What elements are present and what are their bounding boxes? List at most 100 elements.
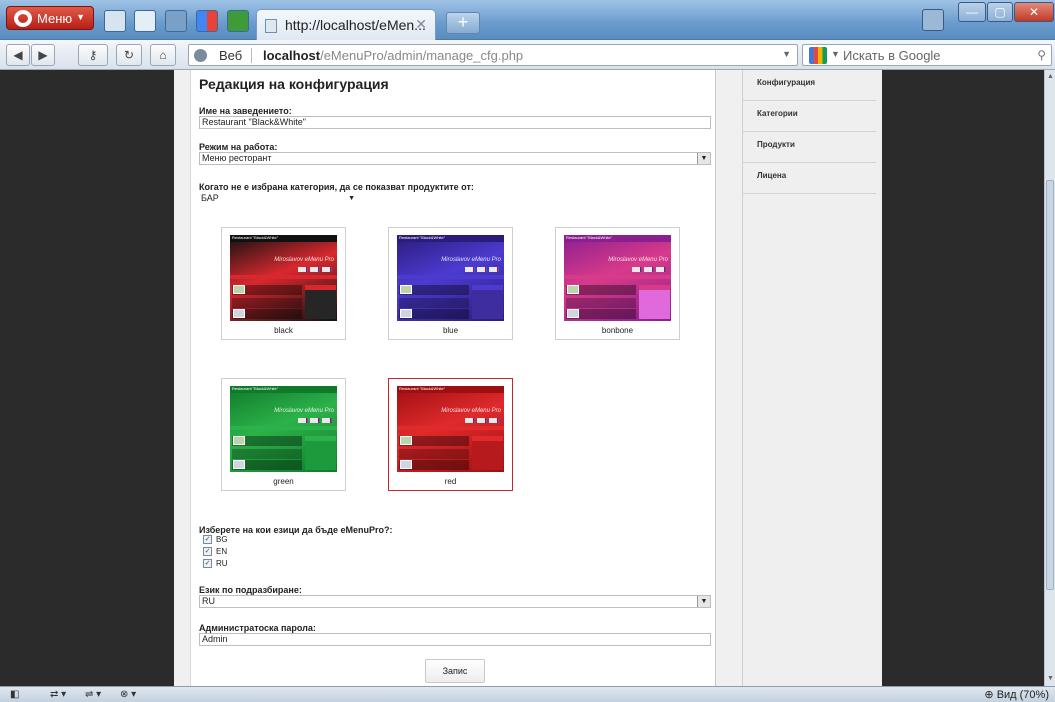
theme-preview-row bbox=[399, 449, 469, 459]
opera-menu-button[interactable]: Меню ▼ bbox=[6, 6, 94, 30]
theme-preview-bar bbox=[230, 275, 337, 279]
password-field[interactable]: Admin bbox=[199, 633, 711, 646]
mode-select[interactable]: Меню ресторант ▼ bbox=[199, 152, 711, 165]
flags-icon bbox=[298, 267, 334, 272]
theme-option-2[interactable]: Restaurant "Black&White" Miroslavov eMenu… bbox=[555, 227, 680, 340]
theme-preview-bar bbox=[564, 275, 671, 279]
checkbox[interactable]: ✓ bbox=[203, 547, 212, 556]
checkbox[interactable]: ✓ bbox=[203, 559, 212, 568]
forward-button[interactable]: ▶ bbox=[31, 44, 55, 66]
theme-preview-brand: Miroslavov eMenu Pro bbox=[274, 257, 334, 263]
sidebar-item-license[interactable]: Лицена bbox=[743, 163, 876, 194]
address-divider bbox=[251, 48, 252, 63]
theme-preview-bar bbox=[397, 426, 504, 430]
theme-preview-image: Restaurant "Black&White" Miroslavov eMenu… bbox=[230, 235, 337, 321]
theme-option-4[interactable]: Restaurant "Black&White" Miroslavov eMenu… bbox=[388, 378, 513, 491]
turbo-icon[interactable]: ⊗ ▾ bbox=[120, 689, 136, 701]
theme-preview-header: Restaurant "Black&White" bbox=[397, 235, 504, 242]
navigation-bar: ◀ ▶ ⚷ ↻ ⌂ Веб localhost/eMenuPro/admin/m… bbox=[0, 40, 1055, 70]
address-bar[interactable]: Веб localhost/eMenuPro/admin/manage_cfg.… bbox=[188, 44, 798, 66]
theme-option-1[interactable]: Restaurant "Black&White" Miroslavov eMenu… bbox=[388, 227, 513, 340]
language-code: BG bbox=[216, 535, 228, 544]
google-tab-icon[interactable] bbox=[196, 10, 218, 32]
chevron-down-icon[interactable]: ▼ bbox=[697, 596, 710, 607]
close-tab-icon[interactable]: ✕ bbox=[415, 16, 427, 33]
trash-icon[interactable] bbox=[922, 9, 944, 31]
home-icon[interactable]: ⌂ bbox=[150, 44, 176, 66]
save-button[interactable]: Запис bbox=[425, 659, 485, 683]
theme-preview-picture bbox=[400, 285, 412, 294]
url-host: localhost bbox=[263, 48, 321, 63]
chevron-down-icon[interactable]: ▼ bbox=[831, 49, 840, 59]
key-icon[interactable]: ⚷ bbox=[78, 44, 108, 66]
mail-icon[interactable] bbox=[165, 10, 187, 32]
scroll-down-icon[interactable]: ▼ bbox=[1046, 674, 1055, 683]
theme-preview-picture bbox=[233, 436, 245, 445]
theme-preview-image: Restaurant "Black&White" Miroslavov eMenu… bbox=[564, 235, 671, 321]
scroll-up-icon[interactable]: ▲ bbox=[1046, 72, 1055, 81]
checkbox[interactable]: ✓ bbox=[203, 535, 212, 544]
mode-label: Режим на работа: bbox=[199, 142, 278, 152]
mode-value: Меню ресторант bbox=[202, 153, 272, 163]
theme-preview-row bbox=[566, 298, 636, 308]
unite-icon[interactable]: ⇌ ▾ bbox=[85, 689, 101, 701]
search-box[interactable]: ▼ Искать в Google ⚲ bbox=[802, 44, 1052, 66]
reload-icon[interactable]: ↻ bbox=[116, 44, 142, 66]
theme-preview-brand: Miroslavov eMenu Pro bbox=[608, 257, 668, 263]
theme-preview-row bbox=[232, 449, 302, 459]
theme-option-3[interactable]: Restaurant "Black&White" Miroslavov eMenu… bbox=[221, 378, 346, 491]
search-icon[interactable]: ⚲ bbox=[1037, 48, 1046, 62]
panel-toggle-icon[interactable]: ◧ bbox=[10, 689, 19, 701]
default-language-select[interactable]: RU ▼ bbox=[199, 595, 711, 608]
theme-preview-picture bbox=[233, 309, 245, 318]
new-tab-button[interactable]: + bbox=[446, 12, 480, 34]
theme-name: black bbox=[274, 326, 293, 335]
theme-preview-header: Restaurant "Black&White" bbox=[397, 386, 504, 393]
sidebar-item-configuration[interactable]: Конфигурация bbox=[743, 70, 876, 101]
flags-icon bbox=[298, 418, 334, 423]
chevron-down-icon[interactable]: ▼ bbox=[782, 49, 791, 59]
sidebar-item-categories[interactable]: Категории bbox=[743, 101, 876, 132]
url-path: /eMenuPro/admin/manage_cfg.php bbox=[320, 48, 524, 63]
theme-preview-picture bbox=[233, 285, 245, 294]
theme-preview-header: Restaurant "Black&White" bbox=[230, 386, 337, 393]
theme-preview-side bbox=[305, 285, 336, 319]
sync-icon[interactable]: ⇄ ▾ bbox=[50, 689, 66, 701]
chevron-down-icon: ▼ bbox=[348, 195, 355, 202]
theme-preview-side bbox=[639, 285, 670, 319]
zoom-control[interactable]: ⊕ Вид (70%) bbox=[984, 688, 1049, 701]
theme-preview-bar bbox=[397, 275, 504, 279]
vertical-scrollbar[interactable]: ▲ ▼ bbox=[1044, 70, 1055, 686]
password-label: Администратоска парола: bbox=[199, 623, 316, 633]
minimize-button[interactable]: — bbox=[958, 2, 986, 22]
sidebar-item-products[interactable]: Продукти bbox=[743, 132, 876, 163]
chevron-down-icon[interactable]: ▼ bbox=[697, 153, 710, 164]
admin-sidebar: Конфигурация Категории Продукти Лицена bbox=[742, 70, 880, 686]
theme-preview-image: Restaurant "Black&White" Miroslavov eMenu… bbox=[397, 386, 504, 472]
theme-preview-header: Restaurant "Black&White" bbox=[564, 235, 671, 242]
theme-option-0[interactable]: Restaurant "Black&White" Miroslavov eMenu… bbox=[221, 227, 346, 340]
config-form: Редакция на конфигурация Име на заведени… bbox=[190, 70, 716, 686]
close-window-button[interactable]: ✕ bbox=[1014, 2, 1054, 22]
theme-preview-picture bbox=[233, 460, 245, 469]
tab-active[interactable]: http://localhost/eMen... ✕ bbox=[256, 9, 436, 40]
back-button[interactable]: ◀ bbox=[6, 44, 30, 66]
scrollbar-thumb[interactable] bbox=[1046, 180, 1054, 590]
theme-name: blue bbox=[442, 326, 459, 335]
extension-tab-icon[interactable] bbox=[227, 10, 249, 32]
theme-name: green bbox=[273, 477, 294, 486]
google-icon bbox=[809, 47, 827, 64]
language-code: EN bbox=[216, 547, 228, 556]
theme-preview-brand: Miroslavov eMenu Pro bbox=[441, 408, 501, 414]
flags-icon bbox=[632, 267, 668, 272]
name-field[interactable]: Restaurant "Black&White" bbox=[199, 116, 711, 129]
theme-name: bonbone bbox=[601, 326, 634, 335]
category-select[interactable]: БАР ▼ bbox=[199, 193, 359, 205]
theme-preview-image: Restaurant "Black&White" Miroslavov eMenu… bbox=[397, 235, 504, 321]
notes-icon[interactable] bbox=[134, 10, 156, 32]
zoom-label: Вид (70%) bbox=[996, 689, 1049, 701]
languages-label: Изберете на кои езици да бъде eMenuPro?: bbox=[199, 525, 393, 535]
speed-dial-icon[interactable] bbox=[104, 10, 126, 32]
theme-preview-side bbox=[305, 436, 336, 470]
maximize-button[interactable]: ▢ bbox=[987, 2, 1013, 22]
